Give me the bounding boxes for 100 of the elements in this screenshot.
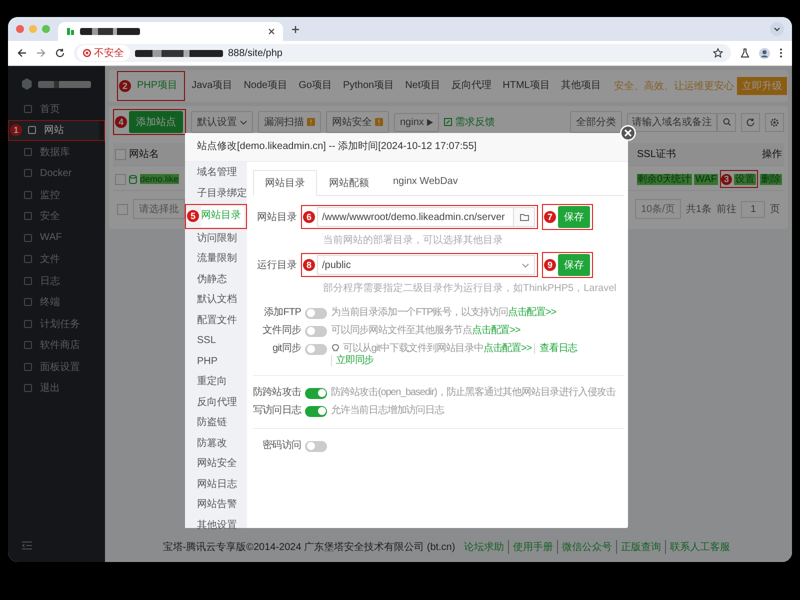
dialog-nav-item[interactable]: 配置文件 xyxy=(185,310,247,331)
dialog-nav-item[interactable]: 网站安全 xyxy=(185,454,247,474)
dialog-nav-item[interactable]: PHP xyxy=(185,352,247,372)
column-header[interactable]: 网站名 xyxy=(129,147,159,161)
more-icon[interactable] xyxy=(779,48,783,58)
folder-button[interactable] xyxy=(513,208,534,226)
close-icon[interactable] xyxy=(268,28,275,35)
run-directory-select[interactable]: /public xyxy=(317,255,535,275)
project-tab[interactable]: Net项目 xyxy=(401,80,445,91)
project-tab[interactable]: Go项目 xyxy=(294,80,336,91)
dialog-nav-item[interactable]: 流量限制 xyxy=(185,249,247,270)
project-tab[interactable]: 其他项目 xyxy=(556,80,605,91)
address-field[interactable]: 不安全 888/site/php xyxy=(74,44,731,62)
feedback-link[interactable]: 需求反馈 xyxy=(444,115,495,129)
back-icon[interactable] xyxy=(17,48,27,58)
row-action-link[interactable]: 设置 xyxy=(734,174,756,185)
toggle-switch[interactable] xyxy=(305,388,327,398)
dialog-nav-item[interactable]: 重定向 xyxy=(185,372,247,392)
option-link[interactable]: 点击配置>> xyxy=(472,325,524,336)
dialog-nav-item[interactable]: 域名管理 xyxy=(185,163,247,184)
chevron-icon[interactable] xyxy=(770,22,784,36)
forward-icon[interactable] xyxy=(36,48,46,58)
project-tab[interactable]: HTML项目 xyxy=(498,80,554,91)
toolbar-button[interactable]: 漏洞扫描 xyxy=(258,111,321,133)
star-icon[interactable] xyxy=(713,48,723,58)
dialog-tab[interactable]: 网站配额 xyxy=(317,170,381,196)
option-link[interactable]: 查看日志 xyxy=(534,343,580,354)
avatar-icon[interactable] xyxy=(759,48,770,58)
project-tab[interactable]: Node项目 xyxy=(240,80,292,91)
column-header[interactable]: SSL证书 xyxy=(637,149,676,160)
project-tab[interactable]: Python项目 xyxy=(338,80,398,91)
site-name-link[interactable]: demo.like xyxy=(140,174,179,184)
browser-tab[interactable] xyxy=(58,22,283,41)
project-tab[interactable]: PHP项目 xyxy=(133,80,182,91)
dialog-nav-item[interactable]: SSL xyxy=(185,331,247,352)
search-button[interactable] xyxy=(717,112,736,132)
sidebar-item[interactable]: 数据库 xyxy=(8,141,105,162)
dialog-nav-item[interactable]: 伪静态 xyxy=(185,270,247,290)
security-chip[interactable]: 不安全 xyxy=(77,45,130,61)
dialog-nav-item[interactable]: 其他设置 xyxy=(185,516,247,536)
category-dropdown[interactable]: 全部分类 xyxy=(570,111,622,133)
dialog-nav-item[interactable]: 子目录绑定 xyxy=(185,184,247,204)
flask-icon[interactable] xyxy=(740,48,750,58)
project-tab[interactable]: 反向代理 xyxy=(448,80,496,91)
dialog-nav-item[interactable]: 网站日志 xyxy=(185,474,247,495)
checkbox[interactable] xyxy=(117,204,128,214)
reload-icon[interactable] xyxy=(55,48,65,58)
project-tab[interactable]: Java项目 xyxy=(188,80,237,91)
option-link[interactable]: 立即同步 xyxy=(331,355,377,366)
add-site-button[interactable]: 添加站点 xyxy=(129,111,183,133)
toolbar-button[interactable]: 网站安全 xyxy=(326,111,389,133)
dialog-nav-item[interactable]: 防篡改 xyxy=(185,434,247,454)
toggle-switch[interactable] xyxy=(305,326,327,336)
toolbar-button[interactable]: nginx xyxy=(394,112,439,132)
settings-dropdown[interactable]: 默认设置 xyxy=(191,111,253,133)
sidebar-item[interactable]: WAF xyxy=(8,227,105,248)
dialog-nav-item[interactable]: 默认文档 xyxy=(185,290,247,310)
dialog-nav-item[interactable]: 网站告警 xyxy=(185,495,247,516)
sidebar-item[interactable]: 日志 xyxy=(8,270,105,292)
save-button[interactable]: 保存 xyxy=(558,206,590,228)
sidebar-item[interactable]: 退出 xyxy=(8,378,105,399)
page-size-select[interactable]: 10条/页 xyxy=(634,199,681,219)
sidebar-item[interactable]: 文件 xyxy=(8,248,105,270)
footer-link[interactable]: 正版查询 xyxy=(616,540,666,554)
dialog-tab[interactable]: nginx WebDav xyxy=(381,170,470,196)
option-link[interactable]: 点击配置>> xyxy=(483,343,534,354)
window-controls-icon[interactable] xyxy=(16,25,50,33)
sidebar-item[interactable]: 监控 xyxy=(8,184,105,206)
toggle-switch[interactable] xyxy=(305,308,327,318)
footer-link[interactable]: 联系人工客服 xyxy=(665,540,734,554)
settings-button[interactable] xyxy=(765,112,784,132)
sidebar-item[interactable]: 软件商店 xyxy=(8,334,105,356)
page-input[interactable]: 1 xyxy=(741,200,765,218)
footer-link[interactable]: 使用手册 xyxy=(508,540,558,554)
toggle-switch[interactable] xyxy=(305,440,327,452)
row-action-link[interactable]: 统计 xyxy=(670,174,692,185)
dialog-nav-item[interactable]: 网站目录 xyxy=(201,206,244,226)
sidebar-item[interactable]: 首页 xyxy=(8,98,105,120)
batch-select[interactable]: 请选择批 xyxy=(133,199,185,219)
toggle-switch[interactable] xyxy=(305,406,327,416)
option-link[interactable]: 点击配置>> xyxy=(508,307,559,318)
dialog-nav-item[interactable]: 防盗链 xyxy=(185,413,247,434)
sidebar-item[interactable]: Docker xyxy=(8,162,105,184)
collapse-icon[interactable] xyxy=(22,541,32,550)
search-field[interactable]: 请输入域名或备注 xyxy=(627,112,717,132)
dialog-tab[interactable]: 网站目录 xyxy=(253,170,317,196)
row-action-link[interactable]: WAF xyxy=(694,174,718,184)
footer-link[interactable]: 论坛求助 xyxy=(460,540,508,554)
dialog-nav-item[interactable]: 访问限制 xyxy=(185,228,247,249)
plus-icon[interactable] xyxy=(291,24,300,34)
directory-field[interactable]: /www/wwwroot/demo.likeadmin.cn/server xyxy=(317,207,535,227)
checkbox[interactable] xyxy=(115,148,126,160)
sidebar-item[interactable]: 终端 xyxy=(8,292,105,313)
sidebar-item[interactable]: 计划任务 xyxy=(8,313,105,334)
sidebar-item[interactable]: 安全 xyxy=(8,206,105,227)
toggle-switch[interactable] xyxy=(305,344,327,354)
checkbox[interactable] xyxy=(115,174,126,184)
refresh-button[interactable] xyxy=(741,112,760,132)
footer-link[interactable]: 微信公众号 xyxy=(557,540,616,554)
sidebar-item[interactable]: 面板设置 xyxy=(8,356,105,378)
